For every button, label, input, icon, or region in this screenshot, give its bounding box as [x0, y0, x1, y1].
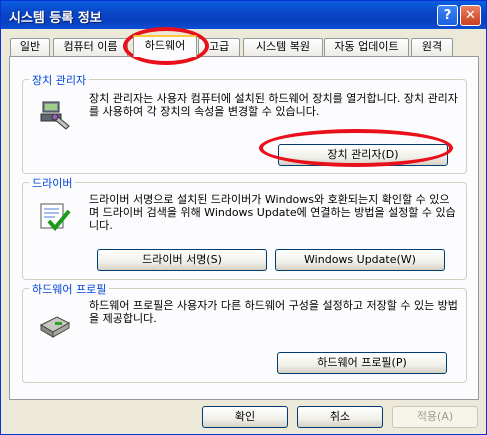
apply-button[interactable]: 적용(A)	[392, 406, 478, 428]
device-manager-description: 장치 관리자는 사용자 컴퓨터에 설치된 하드웨어 장치를 열거합니다. 장치 …	[89, 92, 458, 118]
device-manager-legend: 장치 관리자	[29, 72, 90, 88]
hardware-profiles-button[interactable]: 하드웨어 프로필(P)	[277, 352, 447, 374]
hardware-tab-panel: 장치 관리자 장치 관리자는 사용자 컴퓨터에 설치된 하드웨어 장치를 열거합…	[9, 56, 479, 400]
tab-strip: 일반 컴퓨터 이름 하드웨어 고급 시스템 복원 자동 업데이트 원격	[1, 35, 487, 57]
tab-advanced[interactable]: 고급	[198, 38, 240, 56]
hardware-profiles-description: 하드웨어 프로필은 사용자가 다른 하드웨어 구성을 설정하고 저장할 수 있는…	[89, 299, 458, 325]
hardware-profile-icon	[39, 316, 71, 338]
help-button[interactable]: ?	[437, 5, 458, 26]
drivers-description: 드라이버 서명으로 설치된 드라이버가 Windows와 호환되는지 확인할 수…	[89, 193, 456, 232]
drivers-legend: 드라이버	[29, 175, 76, 191]
tab-computer-name[interactable]: 컴퓨터 이름	[53, 38, 128, 56]
device-manager-icon	[40, 101, 70, 130]
device-manager-button[interactable]: 장치 관리자(D)	[278, 144, 448, 166]
drivers-group: 드라이버 드라이버 서명으로 설치된 드라이버가 Windows와 호환되는지 …	[22, 175, 467, 280]
system-properties-window: 시스템 등록 정보 ? ✕ 일반 컴퓨터 이름 하드웨어 고급 시스템 복원 자…	[0, 0, 487, 435]
ok-button[interactable]: 확인	[202, 406, 288, 428]
tab-hardware[interactable]: 하드웨어	[133, 35, 197, 57]
tab-general[interactable]: 일반	[10, 38, 50, 56]
device-manager-group: 장치 관리자 장치 관리자는 사용자 컴퓨터에 설치된 하드웨어 장치를 열거합…	[22, 72, 467, 174]
tab-automatic-updates[interactable]: 자동 업데이트	[324, 38, 409, 56]
driver-signing-icon	[40, 203, 71, 232]
windows-update-button[interactable]: Windows Update(W)	[275, 249, 445, 271]
window-title: 시스템 등록 정보	[9, 11, 102, 26]
cancel-button[interactable]: 취소	[297, 406, 383, 428]
tab-system-restore[interactable]: 시스템 복원	[243, 38, 323, 56]
title-bar[interactable]: 시스템 등록 정보 ? ✕	[1, 1, 486, 29]
close-button[interactable]: ✕	[460, 5, 481, 26]
hardware-profiles-group: 하드웨어 프로필 하드웨어 프로필은 사용자가 다른 하드웨어 구성을 설정하고…	[22, 281, 467, 383]
tab-remote[interactable]: 원격	[411, 38, 453, 56]
hardware-profiles-legend: 하드웨어 프로필	[29, 281, 110, 297]
driver-signing-button[interactable]: 드라이버 서명(S)	[97, 249, 267, 271]
